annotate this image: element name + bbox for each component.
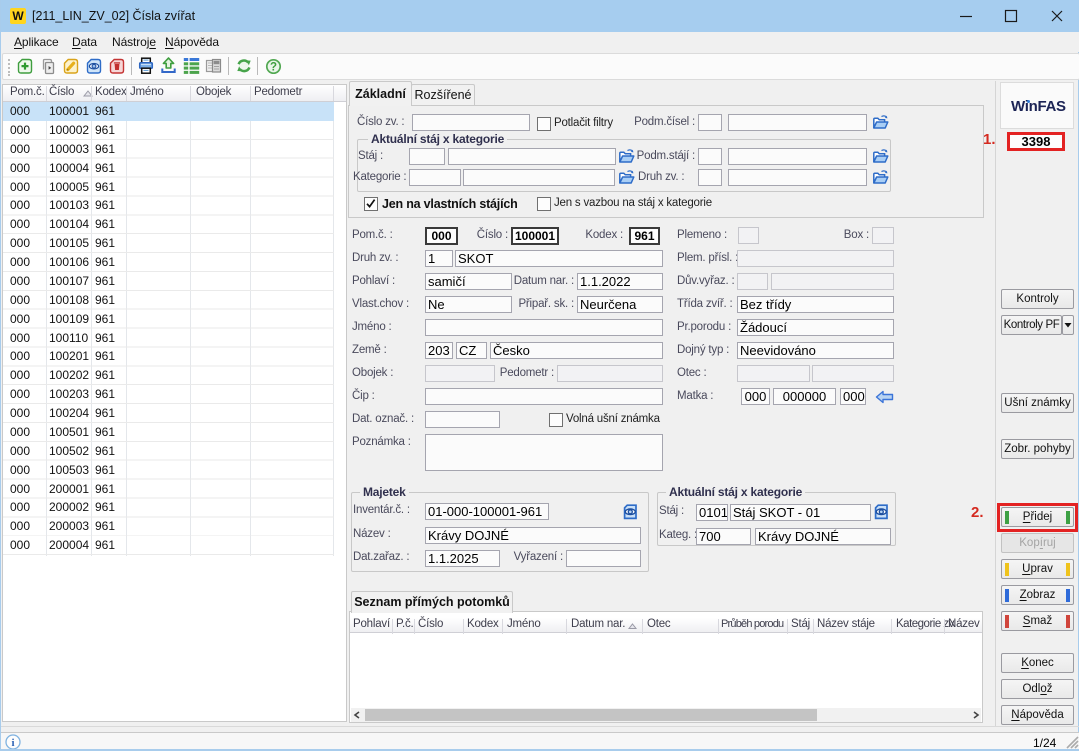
svg-text:i: i — [11, 737, 14, 749]
svg-text:?: ? — [270, 62, 277, 74]
